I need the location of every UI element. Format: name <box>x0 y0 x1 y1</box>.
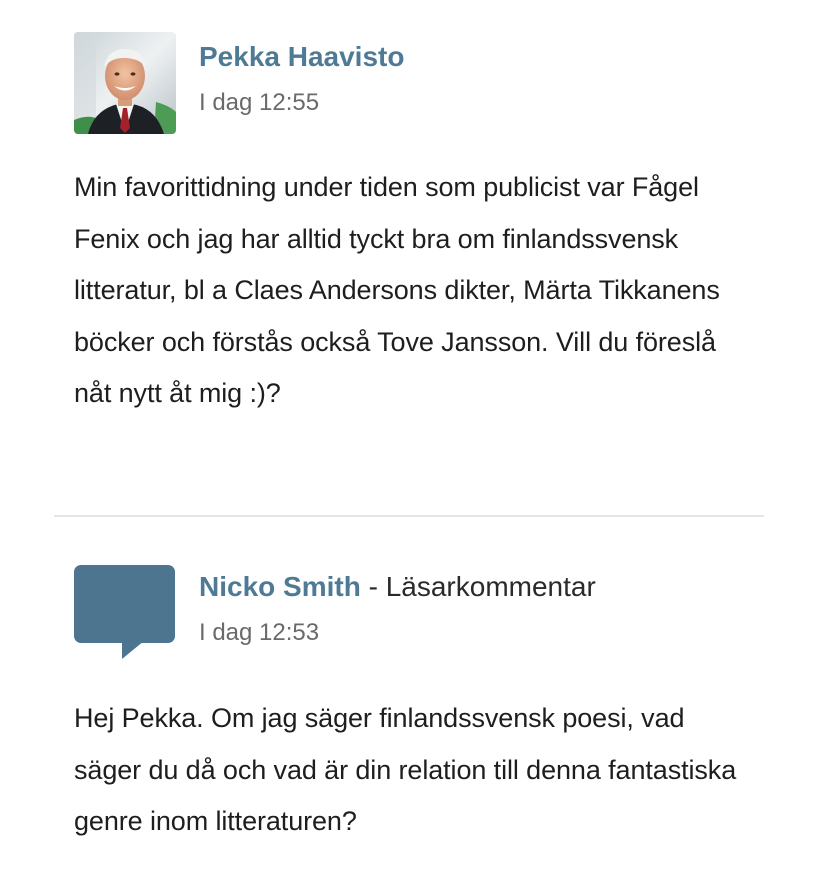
comment-item: Pekka Haavisto I dag 12:55 Min favoritti… <box>0 0 816 516</box>
author-line: Pekka Haavisto <box>199 40 404 74</box>
author-avatar[interactable] <box>74 32 176 134</box>
author-line: Nicko Smith - Läsarkommentar <box>199 570 596 604</box>
comment-divider <box>54 515 764 517</box>
comment-timestamp: I dag 12:55 <box>199 89 320 116</box>
portrait-photo <box>74 32 176 134</box>
author-name-link[interactable]: Pekka Haavisto <box>199 41 404 72</box>
reader-comment-label: Läsarkommentar <box>385 571 596 602</box>
comment-meta: Pekka Haavisto I dag 12:55 <box>199 40 404 117</box>
comment-text: Min favorittidning under tiden som publi… <box>74 172 720 408</box>
comment-meta: Nicko Smith - Läsarkommentar I dag 12:53 <box>199 570 596 647</box>
role-separator: - <box>360 571 386 602</box>
comment-item: Nicko Smith - Läsarkommentar I dag 12:53… <box>0 518 816 886</box>
author-avatar <box>74 565 176 667</box>
author-name-link[interactable]: Nicko Smith <box>199 571 361 602</box>
comment-timestamp: I dag 12:53 <box>199 619 320 646</box>
speech-bubble-icon <box>74 565 175 659</box>
comment-text: Hej Pekka. Om jag säger finlandssvensk p… <box>74 703 737 836</box>
